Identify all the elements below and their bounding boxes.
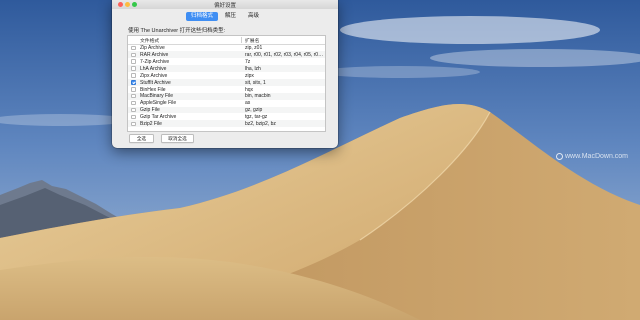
table-row[interactable]: Bzip2 File bz2, bzip2, bz xyxy=(128,120,325,128)
format-checkbox[interactable] xyxy=(131,59,136,64)
table-row[interactable]: Zip Archive zip, z01 xyxy=(128,45,325,52)
format-extensions: bz2, bzip2, bz xyxy=(245,121,276,128)
watermark-logo-icon xyxy=(556,153,563,160)
format-name: StuffIt Archive xyxy=(140,79,171,86)
format-checkbox[interactable] xyxy=(131,114,136,120)
format-extensions: 7z xyxy=(245,58,251,65)
column-divider[interactable] xyxy=(241,37,242,43)
format-name: Zip Archive xyxy=(140,45,165,52)
table-row[interactable]: StuffIt Archive sit, sitx, 1 xyxy=(128,79,325,86)
table-row[interactable]: BinHex File hqx xyxy=(128,86,325,93)
preferences-window: 偏好设置 归档格式 解压 高级 使用 The Unarchiver 打开这些归档… xyxy=(112,0,338,148)
watermark: www.MacDown.com xyxy=(556,153,628,160)
format-checkbox[interactable] xyxy=(131,107,136,113)
format-checkbox[interactable] xyxy=(131,73,136,78)
format-extensions: rar, r00, r01, r02, r03, r04, r05, r06, … xyxy=(245,52,324,59)
format-extensions: lha, lzh xyxy=(245,65,261,72)
format-checkbox[interactable] xyxy=(131,66,136,71)
format-name: Gzip File xyxy=(140,107,160,114)
format-extensions: tgz, tar-gz xyxy=(245,114,268,121)
format-checkbox[interactable] xyxy=(131,93,136,99)
format-extensions: as xyxy=(245,100,251,107)
table-row[interactable]: Gzip File gz, gzip xyxy=(128,106,325,114)
format-name: Zipx Archive xyxy=(140,72,168,79)
tab-bar: 归档格式 解压 高级 xyxy=(112,12,338,21)
deselect-all-button[interactable]: 取消全选 xyxy=(161,134,194,143)
format-name: Gzip Tar Archive xyxy=(140,114,177,121)
select-all-button[interactable]: 全选 xyxy=(129,134,154,143)
format-extensions: hqx xyxy=(245,86,254,93)
format-name: BinHex File xyxy=(140,86,166,93)
format-checkbox[interactable] xyxy=(131,87,136,92)
format-extensions: bin, macbin xyxy=(245,93,271,100)
format-checkbox[interactable] xyxy=(131,121,136,127)
table-row[interactable]: MacBinary File bin, macbin xyxy=(128,92,325,100)
table-row[interactable]: 7-Zip Archive 7z xyxy=(128,58,325,65)
table-row[interactable]: Zipx Archive zipx xyxy=(128,72,325,79)
watermark-text: www.MacDown.com xyxy=(565,153,629,160)
format-name: AppleSingle File xyxy=(140,100,177,107)
table-row[interactable]: LhA Archive lha, lzh xyxy=(128,65,325,73)
column-header-format[interactable]: 文件格式 xyxy=(140,37,159,44)
tab-extraction[interactable]: 解压 xyxy=(220,12,241,21)
format-extensions: zipx xyxy=(245,72,254,79)
table-row[interactable]: RAR Archive rar, r00, r01, r02, r03, r04,… xyxy=(128,51,325,59)
tab-advanced[interactable]: 高级 xyxy=(243,12,264,21)
column-header-extension[interactable]: 扩展名 xyxy=(245,37,259,44)
format-name: RAR Archive xyxy=(140,52,169,59)
format-name: MacBinary File xyxy=(140,93,174,100)
format-checkbox[interactable] xyxy=(131,52,136,58)
formats-table: 文件格式 扩展名 Zip Archive zip, z01 RAR Archive r… xyxy=(127,35,326,132)
table-row[interactable]: Gzip Tar Archive tgz, tar-gz xyxy=(128,114,325,121)
format-checkbox[interactable] xyxy=(131,80,136,85)
format-extensions: zip, z01 xyxy=(245,45,263,52)
format-name: LhA Archive xyxy=(140,65,167,72)
table-row[interactable]: AppleSingle File as xyxy=(128,100,325,107)
title-bar[interactable]: 偏好设置 xyxy=(112,0,338,9)
format-extensions: sit, sitx, 1 xyxy=(245,79,266,86)
window-title: 偏好设置 xyxy=(213,3,236,9)
format-checkbox[interactable] xyxy=(131,45,136,51)
format-extensions: gz, gzip xyxy=(245,107,263,114)
format-name: Bzip2 File xyxy=(140,121,162,128)
format-prompt: 使用 The Unarchiver 打开这些归档类型: xyxy=(128,28,226,34)
format-name: 7-Zip Archive xyxy=(140,58,170,65)
tab-archive-formats[interactable]: 归档格式 xyxy=(185,12,218,21)
format-checkbox[interactable] xyxy=(131,100,136,106)
